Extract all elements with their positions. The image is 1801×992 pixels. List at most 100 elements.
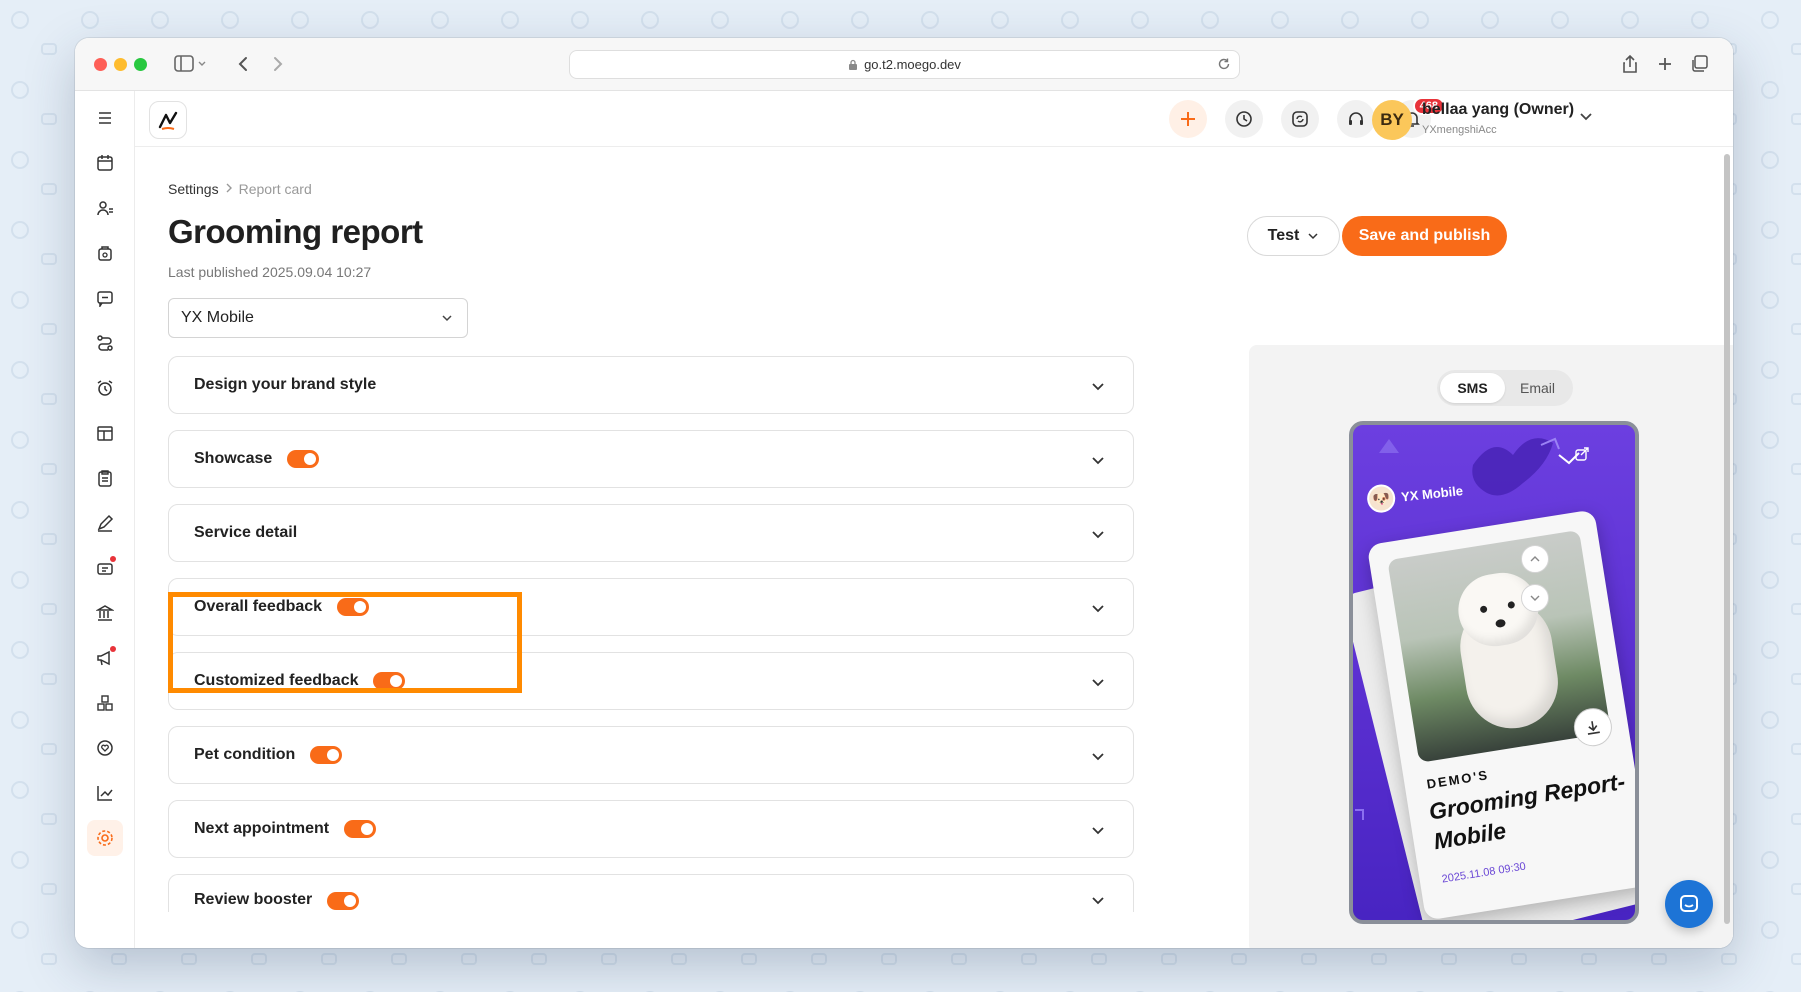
maximize-window-button[interactable]	[134, 58, 147, 71]
add-icon[interactable]	[1169, 100, 1207, 138]
headset-icon[interactable]	[1337, 100, 1375, 138]
share-icon[interactable]	[1620, 51, 1640, 77]
chevron-up-icon	[1530, 556, 1540, 562]
section-label: Next appointment	[194, 820, 330, 837]
customized-feedback-toggle[interactable]	[373, 672, 406, 690]
browser-window: go.t2.moego.dev 468 BY bellaa yang (Owne…	[75, 38, 1733, 948]
calendar-icon[interactable]	[87, 145, 123, 181]
last-published: Last published 2025.09.04 10:27	[168, 264, 372, 280]
chevron-down-icon[interactable]	[1091, 601, 1105, 620]
alarm-icon[interactable]	[87, 370, 123, 406]
section-label: Service detail	[194, 524, 298, 541]
section-label: Showcase	[194, 450, 273, 467]
close-window-button[interactable]	[94, 58, 107, 71]
avatar[interactable]: BY	[1372, 100, 1412, 140]
url-text: go.t2.moego.dev	[864, 57, 961, 72]
chevron-down-icon[interactable]	[1579, 109, 1593, 128]
lock-icon	[849, 59, 858, 70]
preview-channel-switch: SMS Email	[1437, 370, 1573, 406]
preview-brand-name: YX Mobile	[1400, 482, 1464, 504]
sync-icon[interactable]	[1281, 100, 1319, 138]
test-label: Test	[1267, 227, 1300, 244]
chat-icon	[1680, 895, 1698, 912]
section-pet-condition[interactable]: Pet condition	[168, 726, 1134, 784]
share-icon	[1575, 447, 1589, 466]
shield-heart-icon[interactable]	[87, 730, 123, 766]
page-title: Grooming report	[168, 213, 423, 250]
main-content: Settings Report card Grooming report Las…	[135, 148, 1733, 948]
chevron-right-icon	[225, 182, 233, 196]
back-arrow-icon[interactable]	[233, 51, 253, 77]
brand-avatar: 🐶	[1365, 483, 1397, 514]
minimize-window-button[interactable]	[114, 58, 127, 71]
scroll-up-button[interactable]	[1521, 545, 1549, 573]
pet-bag-icon[interactable]	[87, 235, 123, 271]
route-icon[interactable]	[87, 325, 123, 361]
chevron-down-icon[interactable]	[1091, 675, 1105, 694]
chevron-down-icon[interactable]	[1091, 749, 1105, 768]
message-icon[interactable]	[87, 280, 123, 316]
chevron-down-icon[interactable]	[1091, 527, 1105, 546]
notification-dot	[110, 556, 116, 562]
test-dropdown-button[interactable]: Test	[1247, 216, 1340, 256]
analytics-icon[interactable]	[87, 775, 123, 811]
pet-condition-toggle[interactable]	[310, 746, 343, 764]
store-icon[interactable]	[87, 415, 123, 451]
chevron-down-icon[interactable]	[1091, 893, 1105, 912]
user-name[interactable]: bellaa yang (Owner)	[1422, 101, 1574, 119]
scroll-thumb[interactable]	[1724, 154, 1730, 924]
section-next-appointment[interactable]: Next appointment	[168, 800, 1134, 858]
section-design-brand-style[interactable]: Design your brand style	[168, 356, 1134, 414]
breadcrumb-current: Report card	[238, 181, 312, 197]
reload-icon[interactable]	[1217, 57, 1231, 74]
page-scrollbar[interactable]	[1723, 148, 1731, 938]
breadcrumb-settings[interactable]: Settings	[168, 181, 219, 197]
save-and-publish-button[interactable]: Save and publish	[1342, 216, 1507, 256]
report-preview-panel: SMS Email 🐶 YX Mobile DEMO'S Grooming Re…	[1249, 345, 1733, 948]
tab-sms[interactable]: SMS	[1440, 373, 1505, 403]
browser-titlebar: go.t2.moego.dev	[75, 38, 1733, 91]
chat-button[interactable]	[1665, 880, 1713, 928]
pen-icon[interactable]	[87, 505, 123, 541]
chevron-down-icon[interactable]	[1091, 823, 1105, 842]
section-label: Review booster	[194, 891, 313, 908]
megaphone-icon[interactable]	[87, 640, 123, 676]
clients-icon[interactable]	[87, 190, 123, 226]
section-customized-feedback[interactable]: Customized feedback	[168, 652, 1134, 710]
chevron-down-icon	[441, 311, 453, 329]
bank-icon[interactable]	[87, 595, 123, 631]
review-booster-toggle[interactable]	[327, 892, 360, 910]
user-account: YXmengshiAcc	[1422, 124, 1497, 136]
chevron-down-icon	[1530, 595, 1540, 601]
card-date: 2025.11.08 09:30	[1440, 860, 1527, 886]
overall-feedback-toggle[interactable]	[337, 598, 370, 616]
tab-overview-icon[interactable]	[1689, 51, 1709, 77]
section-label: Overall feedback	[194, 598, 323, 615]
business-select-value: YX Mobile	[181, 309, 254, 326]
menu-icon[interactable]	[87, 100, 123, 136]
breadcrumb: Settings Report card	[168, 181, 312, 197]
scroll-down-button[interactable]	[1521, 584, 1549, 612]
forward-arrow-icon[interactable]	[268, 51, 288, 77]
section-label: Pet condition	[194, 746, 296, 763]
section-label: Customized feedback	[194, 672, 359, 689]
section-service-detail[interactable]: Service detail	[168, 504, 1134, 562]
section-overall-feedback[interactable]: Overall feedback	[168, 578, 1134, 636]
business-select[interactable]: YX Mobile	[168, 298, 468, 338]
showcase-toggle[interactable]	[287, 450, 320, 468]
clipboard-icon[interactable]	[87, 460, 123, 496]
chevron-down-icon[interactable]	[1091, 453, 1105, 472]
app-logo[interactable]	[149, 101, 187, 139]
tickets-icon[interactable]	[87, 550, 123, 586]
cubes-icon[interactable]	[87, 685, 123, 721]
address-bar[interactable]: go.t2.moego.dev	[569, 50, 1240, 79]
new-tab-icon[interactable]	[1655, 51, 1675, 77]
sidebar-toggle-icon[interactable]	[171, 51, 211, 77]
settings-icon[interactable]	[87, 820, 123, 856]
clock-icon[interactable]	[1225, 100, 1263, 138]
next-appointment-toggle[interactable]	[344, 820, 377, 838]
chevron-down-icon[interactable]	[1091, 379, 1105, 398]
section-review-booster[interactable]: Review booster	[168, 874, 1134, 912]
tab-email[interactable]: Email	[1505, 373, 1570, 403]
section-showcase[interactable]: Showcase	[168, 430, 1134, 488]
